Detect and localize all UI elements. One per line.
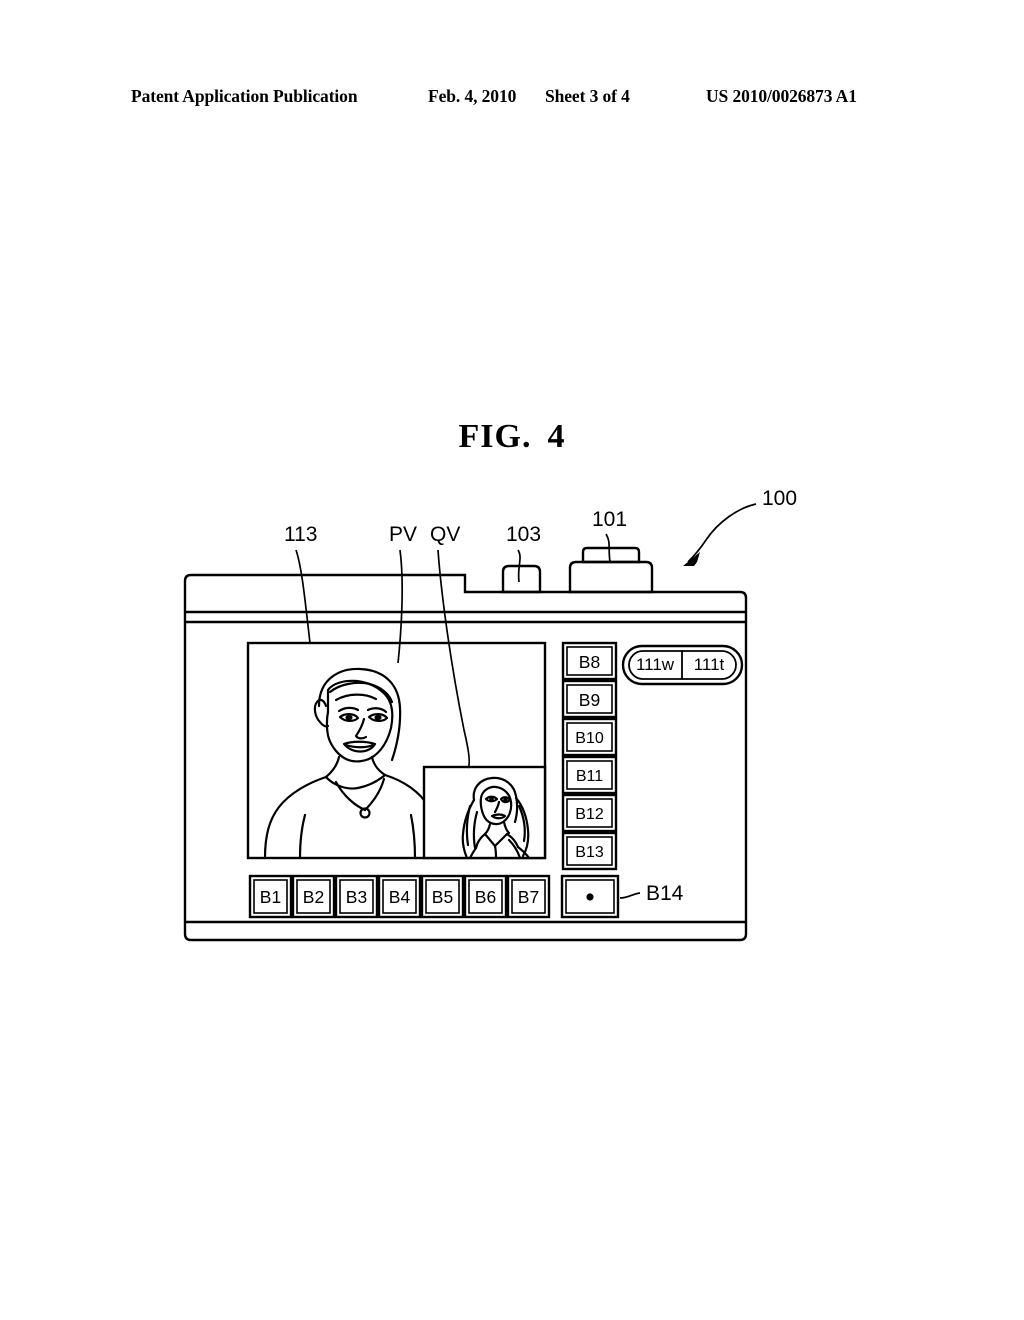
button-b1-label: B1 <box>260 887 281 907</box>
leader-113 <box>295 549 311 644</box>
label-103: 103 <box>506 523 541 546</box>
label-113: 113 <box>284 523 317 546</box>
button-b4[interactable]: B4 <box>377 874 422 919</box>
figure-drawing: B1 B2 B3 B4 B5 B6 B7 B8 B9 B10 B11 B12 B… <box>0 0 1024 1320</box>
button-b12[interactable]: B12 <box>561 793 618 833</box>
label-101: 101 <box>592 508 627 531</box>
button-b3-label: B3 <box>346 887 367 907</box>
button-b8-label: B8 <box>579 652 600 672</box>
button-b13-label: B13 <box>575 844 604 861</box>
zoom-tele-label: 111t <box>694 655 725 674</box>
record-dot-icon <box>586 893 594 901</box>
button-b6-label: B6 <box>475 887 496 907</box>
shutter-button-101[interactable] <box>568 546 654 594</box>
button-b9[interactable]: B9 <box>561 679 618 719</box>
label-pv: PV <box>389 523 417 546</box>
top-button-103[interactable] <box>501 564 542 594</box>
b14-leader-line <box>619 892 641 899</box>
button-b5[interactable]: B5 <box>420 874 465 919</box>
zoom-wide-label: 111w <box>636 655 675 674</box>
button-b6[interactable]: B6 <box>463 874 508 919</box>
button-b12-label: B12 <box>575 806 604 823</box>
button-row-bottom: B1 B2 B3 B4 B5 B6 B7 <box>248 874 551 919</box>
button-b9-label: B9 <box>579 690 600 710</box>
leader-100-arrowhead <box>683 552 700 566</box>
leader-100 <box>687 503 757 563</box>
button-b10[interactable]: B10 <box>561 717 618 757</box>
button-b4-label: B4 <box>389 887 411 907</box>
button-b13[interactable]: B13 <box>561 831 618 871</box>
button-b11[interactable]: B11 <box>561 755 618 795</box>
button-b2-label: B2 <box>303 887 324 907</box>
button-b2[interactable]: B2 <box>291 874 336 919</box>
label-b14: B14 <box>646 882 684 905</box>
button-b5-label: B5 <box>432 887 453 907</box>
button-b7-label: B7 <box>518 887 539 907</box>
button-b7[interactable]: B7 <box>506 874 551 919</box>
button-b8[interactable]: B8 <box>561 641 618 681</box>
button-b11-label: B11 <box>576 768 603 785</box>
button-column-right: B8 B9 B10 B11 B12 B13 <box>561 641 618 871</box>
button-b1[interactable]: B1 <box>248 874 293 919</box>
label-qv: QV <box>430 523 460 546</box>
label-100: 100 <box>762 487 797 510</box>
button-b10-label: B10 <box>575 730 604 747</box>
record-button-b14[interactable] <box>560 874 620 919</box>
quick-view-image-qv <box>422 765 547 860</box>
button-b3[interactable]: B3 <box>334 874 379 919</box>
zoom-rocker[interactable]: 111w 111t <box>621 644 744 686</box>
